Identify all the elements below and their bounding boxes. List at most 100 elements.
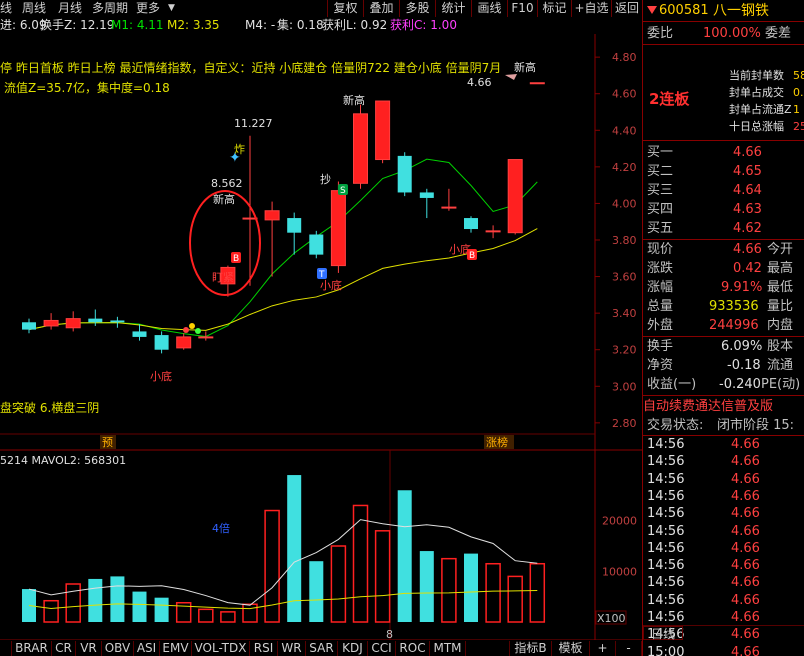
tick-price: 4.66: [731, 471, 760, 487]
buy-price: 4.64: [733, 183, 762, 198]
candle[interactable]: [43, 313, 59, 330]
tab-kdj[interactable]: KDJ: [338, 641, 368, 656]
tab-indicator-b[interactable]: 指标B: [510, 641, 552, 656]
tick-time: 14:56: [647, 558, 685, 574]
volume-bar: [374, 530, 391, 623]
buy-price: 4.62: [733, 221, 762, 236]
tab-emv[interactable]: EMV: [160, 641, 192, 656]
tab-scroll-left[interactable]: [0, 641, 12, 656]
multi-stock-button[interactable]: 多股: [399, 0, 435, 17]
tab-asi[interactable]: ASI: [134, 641, 160, 656]
quote-label: 流通: [767, 358, 794, 373]
tab-day[interactable]: 线: [0, 0, 12, 17]
tick-price: 4.66: [731, 523, 760, 539]
stats-button[interactable]: 统计: [435, 0, 471, 17]
back-button[interactable]: 返回: [611, 0, 642, 17]
quote-row: 换手 6.09% 股本: [643, 337, 804, 356]
candle[interactable]: [397, 152, 412, 197]
quote-value: -0.18: [727, 358, 761, 373]
price-axis-label: 3.00: [612, 380, 637, 393]
volume-bar: [110, 576, 125, 622]
tick-row: 14:56 4.66: [643, 592, 804, 609]
candle[interactable]: [529, 82, 545, 85]
day-line-tab[interactable]: 日线: [643, 626, 683, 641]
tab-obv[interactable]: OBV: [102, 641, 134, 656]
tab-more[interactable]: 更多: [136, 0, 160, 17]
candle[interactable]: [132, 324, 147, 341]
quote-panel: 600581 八一钢铁 委比 100.00% 委差 2连板 当前封单数 58 封…: [642, 0, 804, 656]
t-marker-text: T: [318, 270, 325, 280]
ad-banner[interactable]: 自动续费通达信普及版: [643, 397, 804, 416]
candle[interactable]: [110, 316, 125, 328]
tab-multi-period[interactable]: 多周期: [92, 0, 128, 17]
candle[interactable]: [485, 225, 501, 239]
quote-label: 最高: [767, 261, 794, 276]
f10-button[interactable]: F10: [507, 0, 537, 17]
quote-value: 9.91%: [721, 280, 763, 295]
tab-mtm[interactable]: MTM: [430, 641, 466, 656]
tab-brar[interactable]: BRAR: [12, 641, 52, 656]
tab-vol-tdx[interactable]: VOL-TDX: [192, 641, 250, 656]
indicator-value: M4: -: [245, 18, 276, 32]
weibi-value: 100.00%: [703, 26, 761, 41]
candle[interactable]: [375, 100, 391, 164]
tab-blank[interactable]: [466, 641, 510, 656]
candle[interactable]: [441, 188, 457, 211]
candle[interactable]: [65, 311, 81, 332]
indicator-value: 获利C: 1.00: [390, 18, 457, 32]
candle[interactable]: [464, 216, 478, 233]
tab-cr[interactable]: CR: [52, 641, 76, 656]
volume-bar: [464, 553, 478, 622]
candle[interactable]: [507, 159, 523, 235]
candle[interactable]: [287, 212, 302, 255]
volume-bar: [198, 608, 214, 623]
dropdown-icon[interactable]: [647, 6, 657, 14]
zoom-in-button[interactable]: +: [590, 641, 616, 656]
quote-row: 现价 4.66 今开: [643, 240, 804, 259]
price-axis-label: 4.20: [612, 161, 637, 174]
fuquan-button[interactable]: 复权: [327, 0, 363, 17]
candle[interactable]: [264, 201, 280, 277]
zhangbang-badge-text: 涨榜: [486, 435, 508, 449]
quote-label: 现价: [647, 242, 674, 257]
tab-template[interactable]: 模板: [552, 641, 590, 656]
candle[interactable]: [242, 135, 258, 286]
quote-label: 收益(一): [647, 377, 697, 392]
tab-vr[interactable]: VR: [76, 641, 102, 656]
tab-rsi[interactable]: RSI: [250, 641, 278, 656]
tab-month[interactable]: 月线: [58, 0, 82, 17]
buy-price: 4.66: [733, 145, 762, 160]
quote-label: 量比: [767, 299, 794, 314]
candle[interactable]: [419, 188, 434, 219]
vol-ma2-line: [28, 590, 538, 610]
quote-row: 总量 933536 量比: [643, 297, 804, 316]
tab-roc[interactable]: ROC: [396, 641, 430, 656]
indicator-value: 集: 0.18: [277, 18, 324, 32]
tick-price: 4.66: [731, 488, 760, 504]
stat-value: 25: [793, 120, 804, 133]
candle[interactable]: [88, 309, 103, 326]
quote-value: 4.66: [733, 242, 762, 257]
volume-bar: [529, 562, 546, 623]
add-watchlist-button[interactable]: +自选: [571, 0, 611, 17]
tick-row: 14:56 4.66: [643, 557, 804, 574]
tab-cci[interactable]: CCI: [368, 641, 396, 656]
tab-week[interactable]: 周线: [22, 0, 46, 17]
zoom-out-button[interactable]: -: [616, 641, 642, 656]
overlay-button[interactable]: 叠加: [363, 0, 399, 17]
mark-button[interactable]: 标记: [537, 0, 571, 17]
candle[interactable]: [176, 333, 192, 350]
tab-sar[interactable]: SAR: [306, 641, 338, 656]
kline-chart[interactable]: 4.80 4.60 4.40 4.20 4.00 3.80 3.60 3.40 3.20 3.00…: [0, 34, 642, 656]
buy-level-3: 买三 4.64: [643, 181, 804, 200]
tick-price: 4.66: [731, 506, 760, 522]
candle[interactable]: [22, 318, 36, 334]
tab-wr[interactable]: WR: [278, 641, 306, 656]
tick-time: 14:56: [647, 437, 685, 452]
volume-bar: [309, 561, 324, 622]
draw-line-button[interactable]: 画线: [471, 0, 507, 17]
candle[interactable]: [353, 104, 368, 189]
candle[interactable]: [309, 230, 324, 259]
signal-text-bottom: 盘突破 6.横盘三阴: [0, 400, 99, 415]
candle[interactable]: [154, 331, 169, 354]
